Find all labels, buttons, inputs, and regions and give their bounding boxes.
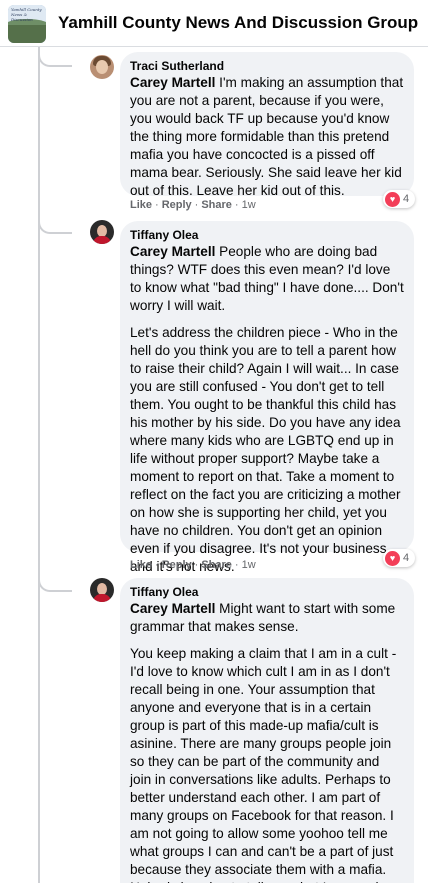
thread-branch [38, 49, 72, 67]
group-thumb-text: Yamhill County News & Discussion [11, 7, 42, 22]
thread-line [38, 47, 40, 883]
avatar-tiffany-olea[interactable] [90, 220, 114, 244]
share-button[interactable]: Share [201, 199, 232, 211]
mention-link[interactable]: Carey Martell [130, 601, 215, 616]
comment-actions: Like · Reply · Share · 1w [130, 559, 256, 571]
comment-paragraph: I'm making an assumption that you are no… [130, 75, 404, 198]
comment-actions: Like · Reply · Share · 1w [130, 199, 256, 211]
thread-branch [38, 210, 72, 234]
comment-text: Carey Martell People who are doing bad t… [130, 243, 404, 576]
mention-link[interactable]: Carey Martell [130, 244, 215, 259]
reaction-badge[interactable]: ♥ 4 [383, 190, 415, 208]
comment-author[interactable]: Tiffany Olea [130, 585, 404, 600]
reply-button[interactable]: Reply [162, 559, 192, 571]
share-button[interactable]: Share [201, 559, 232, 571]
comment-bubble: Traci Sutherland Carey Martell I'm makin… [120, 52, 414, 198]
comment-text: Carey Martell Might want to start with s… [130, 600, 404, 883]
group-header: Yamhill County News & Discussion Yamhill… [0, 0, 428, 47]
thread-branch [38, 570, 72, 592]
group-cover-thumbnail[interactable]: Yamhill County News & Discussion [8, 5, 46, 43]
reply-button[interactable]: Reply [162, 199, 192, 211]
comment-bubble: Tiffany Olea Carey Martell People who ar… [120, 221, 414, 574]
comment-paragraph: You keep making a claim that I am in a c… [130, 646, 397, 883]
comment-author[interactable]: Traci Sutherland [130, 59, 404, 74]
comment-timestamp[interactable]: 1w [242, 559, 256, 571]
avatar-tiffany-olea[interactable] [90, 578, 114, 602]
heart-icon: ♥ [385, 550, 400, 566]
comment-bubble: Tiffany Olea Carey Martell Might want to… [120, 578, 414, 883]
reaction-badge[interactable]: ♥ 4 [383, 549, 415, 567]
avatar-traci-sutherland[interactable] [90, 55, 114, 79]
reaction-count: 4 [403, 193, 410, 205]
comment-timestamp[interactable]: 1w [242, 199, 256, 211]
comment-paragraph: Let's address the children piece - Who i… [130, 325, 401, 574]
group-name[interactable]: Yamhill County News And Discussion Group [58, 13, 418, 33]
heart-icon: ♥ [385, 191, 400, 207]
reaction-count: 4 [403, 552, 410, 564]
like-button[interactable]: Like [130, 199, 152, 211]
comment-text: Carey Martell I'm making an assumption t… [130, 74, 404, 200]
comment-author[interactable]: Tiffany Olea [130, 228, 404, 243]
mention-link[interactable]: Carey Martell [130, 75, 215, 90]
like-button[interactable]: Like [130, 559, 152, 571]
